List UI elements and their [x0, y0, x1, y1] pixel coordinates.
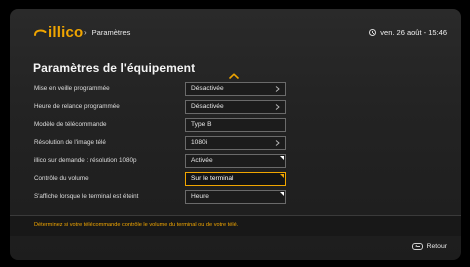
setting-row-standby-display[interactable]: S'affiche lorsque le terminal est éteint… — [10, 190, 461, 205]
setting-value: Désactivée — [191, 85, 224, 92]
back-button[interactable]: Retour — [411, 243, 447, 250]
setting-value-field[interactable]: Activée — [185, 154, 286, 168]
setting-value-field[interactable]: Désactivée — [185, 82, 286, 96]
setting-value: Activée — [191, 157, 213, 164]
setting-label: Modèle de télécommande — [34, 121, 107, 128]
page-title: Paramètres de l'équipement — [33, 61, 196, 75]
setting-row-sleep-timer[interactable]: Mise en veille programmée Désactivée — [10, 82, 461, 97]
setting-label: Mise en veille programmée — [34, 85, 110, 92]
corner-tab-icon — [280, 174, 284, 178]
setting-row-remote-model[interactable]: Modèle de télécommande Type B — [10, 118, 461, 133]
chevron-right-icon — [275, 86, 280, 92]
setting-label: illico sur demande : résolution 1080p — [34, 157, 137, 164]
setting-value: Sur le terminal — [191, 175, 234, 182]
setting-row-restart-time[interactable]: Heure de relance programmée Désactivée — [10, 100, 461, 115]
brand-logo: illico — [33, 24, 83, 41]
datetime-text: ven. 26 août - 15:46 — [380, 28, 447, 37]
setting-value-field[interactable]: 1080i — [185, 136, 286, 150]
setting-row-vod-1080p[interactable]: illico sur demande : résolution 1080p Ac… — [10, 154, 461, 169]
setting-value-field[interactable]: Heure — [185, 190, 286, 204]
breadcrumb-current: Paramètres — [91, 28, 131, 37]
illico-logo-icon — [34, 29, 47, 36]
back-label: Retour — [426, 243, 447, 250]
chevron-up-icon[interactable] — [229, 73, 239, 79]
back-button-icon — [411, 243, 423, 250]
setting-value: Désactivée — [191, 103, 224, 110]
setting-label: Résolution de l'image télé — [34, 139, 106, 146]
chevron-right-icon — [275, 104, 280, 110]
setting-value-field[interactable]: Type B — [185, 118, 286, 132]
setting-value: Heure — [191, 193, 209, 200]
breadcrumb-separator: › — [84, 28, 87, 37]
help-text: Déterminez si votre télécommande contrôl… — [34, 222, 239, 228]
setting-value-field[interactable]: Désactivée — [185, 100, 286, 114]
header: illico › Paramètres ven. 26 août - 15:46 — [10, 9, 461, 53]
corner-tab-icon — [280, 192, 284, 196]
setting-value-field-selected[interactable]: Sur le terminal — [185, 172, 286, 186]
setting-label: Contrôle du volume — [34, 175, 89, 182]
clock-icon — [369, 29, 377, 36]
setting-value: Type B — [191, 121, 212, 128]
setting-value: 1080i — [191, 139, 208, 146]
setting-row-tv-resolution[interactable]: Résolution de l'image télé 1080i — [10, 136, 461, 151]
tv-screen: illico › Paramètres ven. 26 août - 15:46… — [0, 0, 470, 267]
chevron-right-icon — [275, 140, 280, 146]
brand-name: illico — [48, 24, 84, 41]
setting-label: Heure de relance programmée — [34, 103, 120, 110]
breadcrumb: › Paramètres — [84, 28, 130, 37]
corner-tab-icon — [280, 156, 284, 160]
datetime: ven. 26 août - 15:46 — [369, 28, 447, 37]
setting-label: S'affiche lorsque le terminal est éteint — [34, 193, 139, 200]
setting-row-volume-control[interactable]: Contrôle du volume Sur le terminal — [10, 172, 461, 187]
settings-panel: illico › Paramètres ven. 26 août - 15:46… — [10, 9, 461, 260]
help-bar: Déterminez si votre télécommande contrôl… — [10, 216, 461, 236]
